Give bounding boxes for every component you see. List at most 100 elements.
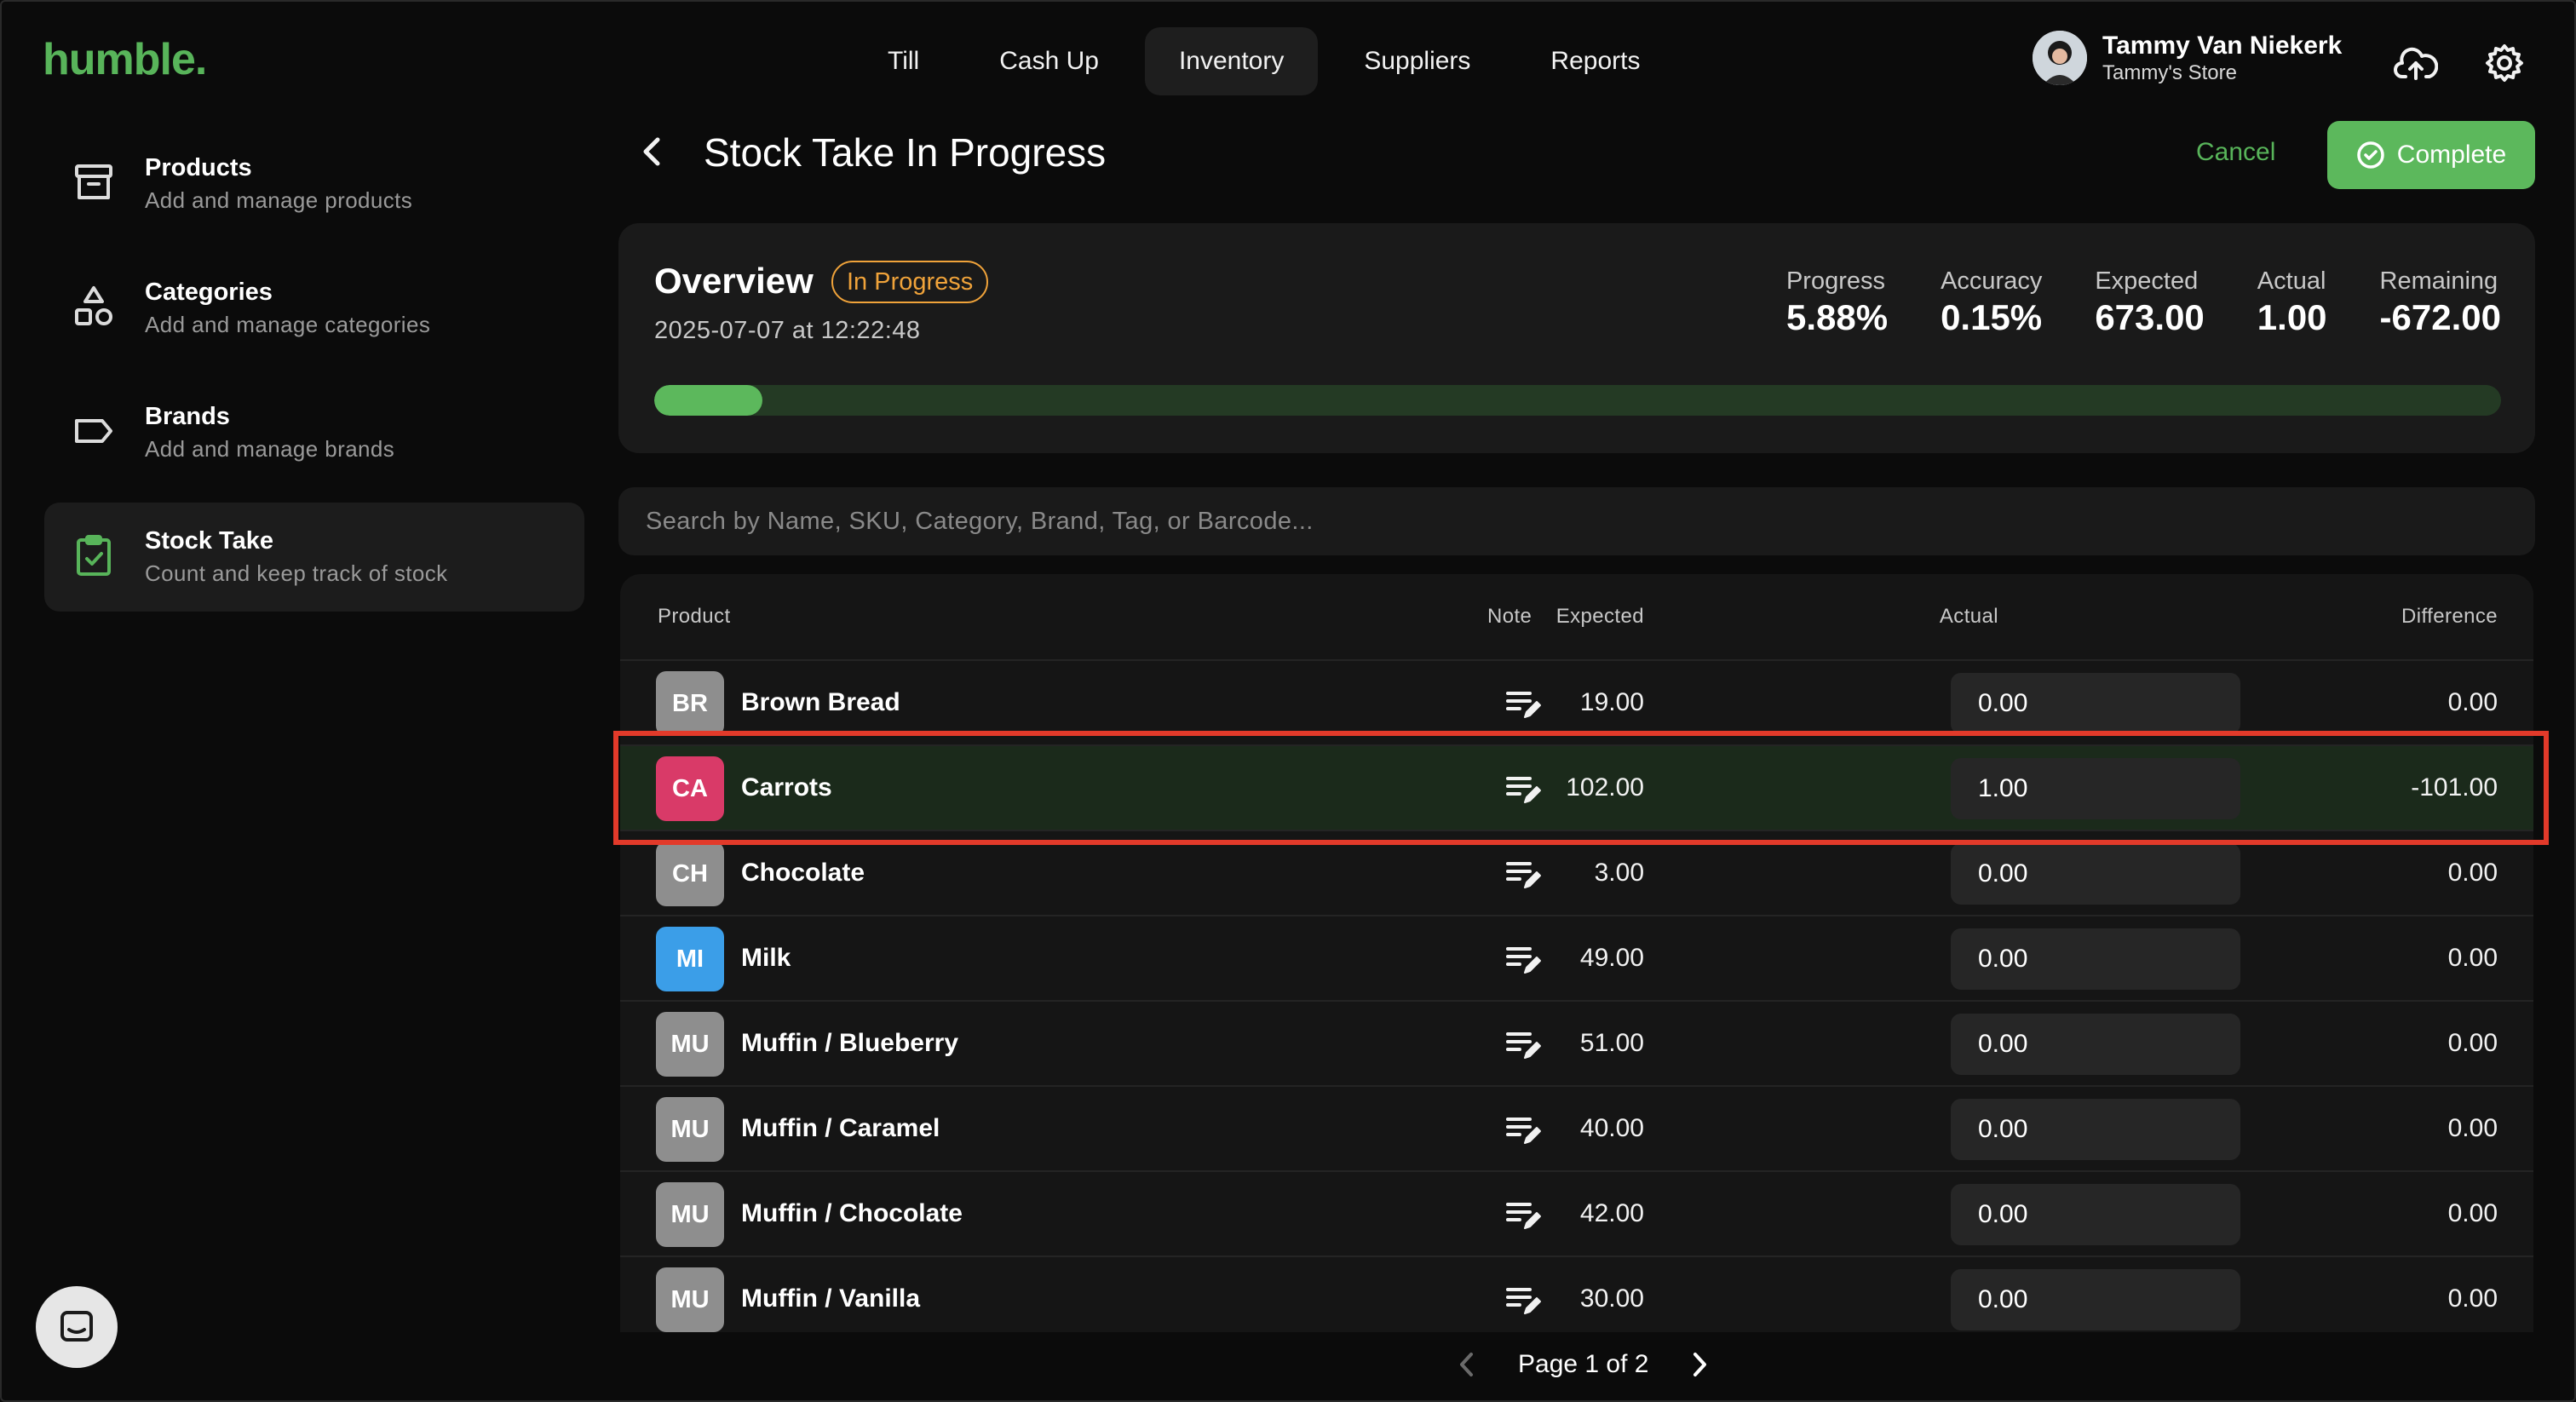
product-initials-chip: MU xyxy=(656,1097,724,1162)
difference-value: 0.00 xyxy=(2447,688,2498,716)
table-row[interactable]: MU Muffin / Vanilla 30.00 0.00 xyxy=(620,1255,2533,1332)
actual-count-input[interactable] xyxy=(1951,1184,2240,1245)
table-row[interactable]: MU Muffin / Chocolate 42.00 0.00 xyxy=(620,1170,2533,1255)
product-name: Brown Bread xyxy=(741,688,900,716)
nav-tab-suppliers[interactable]: Suppliers xyxy=(1330,27,1504,95)
stat-value: -672.00 xyxy=(2379,297,2501,337)
stat-accuracy: Accuracy 0.15% xyxy=(1941,266,2042,339)
stat-expected: Expected 673.00 xyxy=(2095,266,2204,339)
nav-tab-reports[interactable]: Reports xyxy=(1516,27,1674,95)
table-row[interactable]: MI Milk 49.00 0.00 xyxy=(620,915,2533,1000)
back-button[interactable] xyxy=(634,133,671,170)
product-name: Muffin / Caramel xyxy=(741,1114,940,1142)
product-name: Muffin / Chocolate xyxy=(741,1199,963,1227)
search-box[interactable] xyxy=(618,487,2535,555)
sidebar-item-subtitle: Add and manage products xyxy=(145,187,413,213)
expected-value: 40.00 xyxy=(1579,1114,1644,1142)
sidebar-item-label: Products xyxy=(145,154,252,181)
product-initials-chip: MU xyxy=(656,1267,724,1332)
page-indicator: Page 1 of 2 xyxy=(1518,1350,1649,1378)
progress-bar-fill xyxy=(654,385,763,416)
nav-tab-cash-up[interactable]: Cash Up xyxy=(965,27,1133,95)
edit-note-icon[interactable] xyxy=(1504,1112,1542,1146)
next-page-button[interactable] xyxy=(1682,1347,1716,1382)
chevron-left-icon xyxy=(1460,1353,1473,1376)
chevron-right-icon xyxy=(1693,1353,1707,1376)
column-header-note: Note xyxy=(1487,605,1532,628)
archive-box-icon xyxy=(70,158,118,206)
table-row[interactable]: BR Brown Bread 19.00 0.00 xyxy=(620,659,2533,744)
product-initials-chip: MU xyxy=(656,1182,724,1247)
difference-value: 0.00 xyxy=(2447,1284,2498,1313)
actual-count-input[interactable] xyxy=(1951,758,2240,819)
sidebar-item-brands[interactable]: Brands Add and manage brands xyxy=(44,378,584,487)
sidebar-item-label: Categories xyxy=(145,279,273,306)
edit-note-icon[interactable] xyxy=(1504,1027,1542,1061)
cloud-upload-icon[interactable] xyxy=(2392,39,2440,87)
stock-take-date: 2025-07-07 at 12:22:48 xyxy=(654,317,921,344)
stat-value: 5.88% xyxy=(1785,297,1889,337)
difference-value: 0.00 xyxy=(2447,1199,2498,1227)
edit-note-icon[interactable] xyxy=(1504,857,1542,891)
actual-count-input[interactable] xyxy=(1951,1269,2240,1330)
column-header-actual: Actual xyxy=(1939,605,1998,628)
stat-value: 0.15% xyxy=(1941,297,2043,337)
stat-label: Remaining xyxy=(2379,267,2498,295)
actual-count-input[interactable] xyxy=(1951,928,2240,990)
expected-value: 3.00 xyxy=(1594,859,1644,887)
table-row[interactable]: MU Muffin / Caramel 40.00 0.00 xyxy=(620,1085,2533,1170)
edit-note-icon[interactable] xyxy=(1504,1198,1542,1232)
sidebar-item-stock-take[interactable]: Stock Take Count and keep track of stock xyxy=(44,503,584,612)
stock-table: Product Note Expected Actual Difference … xyxy=(620,574,2533,1332)
check-circle-icon xyxy=(2357,141,2384,169)
expected-value: 51.00 xyxy=(1579,1029,1644,1057)
edit-note-icon[interactable] xyxy=(1504,687,1542,721)
difference-value: 0.00 xyxy=(2447,944,2498,972)
avatar xyxy=(2033,31,2087,85)
chat-support-button[interactable] xyxy=(36,1286,118,1368)
product-name: Carrots xyxy=(741,773,832,802)
difference-value: 0.00 xyxy=(2447,1114,2498,1142)
humble-logo[interactable]: humble. xyxy=(43,34,207,85)
table-row[interactable]: CA Carrots 102.00 -101.00 xyxy=(620,744,2533,830)
overview-stats: Progress 5.88% Accuracy 0.15% Expected 6… xyxy=(1786,266,2501,339)
stat-remaining: Remaining -672.00 xyxy=(2380,266,2501,339)
expected-value: 49.00 xyxy=(1579,944,1644,972)
page-title: Stock Take In Progress xyxy=(704,130,1107,175)
sidebar-item-categories[interactable]: Categories Add and manage categories xyxy=(44,254,584,363)
prev-page-button[interactable] xyxy=(1450,1347,1484,1382)
table-row[interactable]: CH Chocolate 3.00 0.00 xyxy=(620,830,2533,915)
nav-tab-inventory[interactable]: Inventory xyxy=(1144,27,1319,95)
sidebar-item-products[interactable]: Products Add and manage products xyxy=(44,129,584,238)
stat-value: 1.00 xyxy=(2257,297,2327,337)
edit-note-icon[interactable] xyxy=(1504,1283,1542,1317)
nav-tab-till[interactable]: Till xyxy=(854,27,953,95)
difference-value: 0.00 xyxy=(2447,1029,2498,1057)
search-input[interactable] xyxy=(618,487,2535,555)
column-header-expected: Expected xyxy=(1555,605,1644,628)
difference-value: 0.00 xyxy=(2447,859,2498,887)
product-name: Chocolate xyxy=(741,859,865,887)
complete-button-label: Complete xyxy=(2396,141,2507,169)
pagination: Page 1 of 2 xyxy=(1450,1347,1716,1382)
sidebar-item-label: Stock Take xyxy=(145,527,273,554)
edit-note-icon[interactable] xyxy=(1504,942,1542,976)
chat-icon xyxy=(60,1311,93,1342)
actual-count-input[interactable] xyxy=(1951,843,2240,905)
actual-count-input[interactable] xyxy=(1951,1014,2240,1075)
sidebar-item-subtitle: Count and keep track of stock xyxy=(145,560,448,586)
tag-icon xyxy=(70,407,118,455)
shapes-icon xyxy=(70,283,118,330)
sidebar-item-subtitle: Add and manage categories xyxy=(145,312,431,337)
cancel-button[interactable]: Cancel xyxy=(2196,138,2275,167)
actual-count-input[interactable] xyxy=(1951,673,2240,734)
clipboard-check-icon xyxy=(70,531,118,579)
table-row[interactable]: MU Muffin / Blueberry 51.00 0.00 xyxy=(620,1000,2533,1085)
user-profile[interactable]: Tammy Van Niekerk Tammy's Store xyxy=(2033,31,2342,85)
complete-button[interactable]: Complete xyxy=(2327,121,2535,189)
product-name: Muffin / Blueberry xyxy=(741,1029,959,1057)
edit-note-icon[interactable] xyxy=(1504,772,1542,806)
gear-icon[interactable] xyxy=(2481,39,2528,87)
expected-value: 19.00 xyxy=(1579,688,1644,716)
actual-count-input[interactable] xyxy=(1951,1099,2240,1160)
